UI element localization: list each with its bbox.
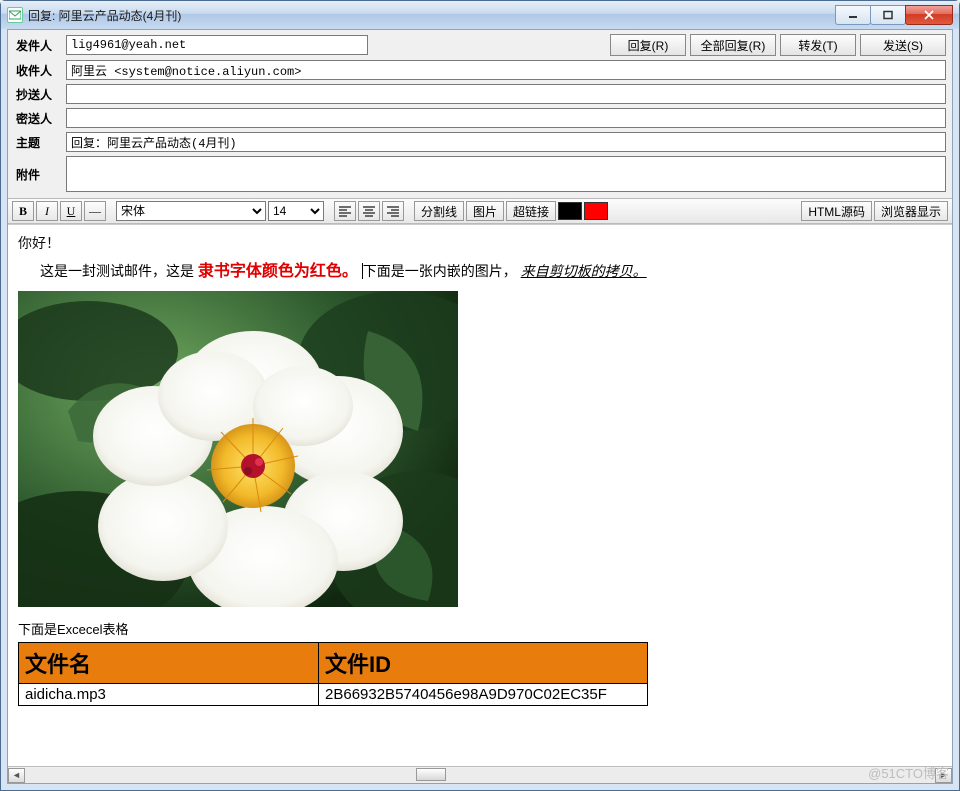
image-button[interactable]: 图片	[466, 201, 504, 221]
excel-table: 文件名 文件ID aidicha.mp3 2B66932B5740456e98A…	[18, 642, 648, 706]
minimize-button[interactable]	[835, 5, 871, 25]
header-fields: 发件人 回复(R) 全部回复(R) 转发(T) 发送(S) 收件人 抄送人 密送…	[8, 30, 952, 198]
italic-button[interactable]: I	[36, 201, 58, 221]
subject-label: 主题	[14, 134, 62, 151]
bold-button[interactable]: B	[12, 201, 34, 221]
to-label: 收件人	[14, 62, 62, 79]
embedded-image	[18, 291, 458, 607]
horizontal-scrollbar[interactable]: ◄ ►	[8, 766, 952, 783]
bcc-label: 密送人	[14, 110, 62, 127]
color-swatch-2[interactable]	[584, 202, 608, 220]
th-filename: 文件名	[19, 643, 319, 684]
close-button[interactable]	[905, 5, 953, 25]
window-controls	[836, 5, 953, 25]
attach-input[interactable]	[66, 156, 946, 192]
send-button[interactable]: 发送(S)	[860, 34, 946, 56]
scroll-right-button[interactable]: ►	[935, 768, 952, 783]
scroll-left-button[interactable]: ◄	[8, 768, 25, 783]
body-text-red: 隶书字体颜色为红色。	[198, 263, 358, 280]
scroll-track[interactable]	[25, 768, 935, 783]
client-area: 发件人 回复(R) 全部回复(R) 转发(T) 发送(S) 收件人 抄送人 密送…	[7, 29, 953, 784]
to-input[interactable]	[66, 60, 946, 80]
table-header-row: 文件名 文件ID	[19, 643, 648, 684]
attach-label: 附件	[14, 166, 62, 183]
align-center-button[interactable]	[358, 201, 380, 221]
subject-input[interactable]	[66, 132, 946, 152]
reply-button[interactable]: 回复(R)	[610, 34, 686, 56]
align-right-button[interactable]	[382, 201, 404, 221]
link-button[interactable]: 超链接	[506, 201, 556, 221]
format-toolbar: B I U — 宋体 14 分割线 图片 超链接 HTML源码	[8, 198, 952, 224]
forward-button[interactable]: 转发(T)	[780, 34, 856, 56]
cell-fileid: 2B66932B5740456e98A9D970C02EC35F	[319, 684, 648, 706]
underline-button[interactable]: U	[60, 201, 82, 221]
align-left-button[interactable]	[334, 201, 356, 221]
reply-all-button[interactable]: 全部回复(R)	[690, 34, 776, 56]
hr-button[interactable]: 分割线	[414, 201, 464, 221]
strike-button[interactable]: —	[84, 201, 106, 221]
cc-input[interactable]	[66, 84, 946, 104]
body-text-clipboard: 来自剪切板的拷贝。	[521, 263, 647, 279]
body-text-a: 这是一封测试邮件，这是	[40, 263, 198, 279]
size-select[interactable]: 14	[268, 201, 324, 221]
browser-view-button[interactable]: 浏览器显示	[874, 201, 948, 221]
font-select[interactable]: 宋体	[116, 201, 266, 221]
html-source-button[interactable]: HTML源码	[801, 201, 872, 221]
body-greeting: 你好！	[18, 233, 942, 253]
editor-body[interactable]: 你好！ 这是一封测试邮件，这是 隶书字体颜色为红色。 下面是一张内嵌的图片， 来…	[8, 224, 952, 766]
body-text-b: 下面是一张内嵌的图片，	[363, 263, 517, 279]
window-title: 回复: 阿里云产品动态(4月刊)	[28, 7, 181, 24]
from-label: 发件人	[14, 37, 62, 54]
color-swatch-1[interactable]	[558, 202, 582, 220]
table-caption: 下面是Excecel表格	[18, 619, 942, 638]
scroll-thumb[interactable]	[416, 768, 446, 781]
th-fileid: 文件ID	[319, 643, 648, 684]
table-row: aidicha.mp3 2B66932B5740456e98A9D970C02E…	[19, 684, 648, 706]
cell-filename: aidicha.mp3	[19, 684, 319, 706]
cc-label: 抄送人	[14, 86, 62, 103]
from-input[interactable]	[66, 35, 368, 55]
maximize-button[interactable]	[870, 5, 906, 25]
body-paragraph: 这是一封测试邮件，这是 隶书字体颜色为红色。 下面是一张内嵌的图片， 来自剪切板…	[18, 257, 942, 281]
window-frame: 回复: 阿里云产品动态(4月刊) 发件人 回复(R) 全部回复(R) 转发(T)…	[0, 0, 960, 791]
app-icon	[7, 7, 23, 23]
bcc-input[interactable]	[66, 108, 946, 128]
titlebar[interactable]: 回复: 阿里云产品动态(4月刊)	[1, 1, 959, 29]
